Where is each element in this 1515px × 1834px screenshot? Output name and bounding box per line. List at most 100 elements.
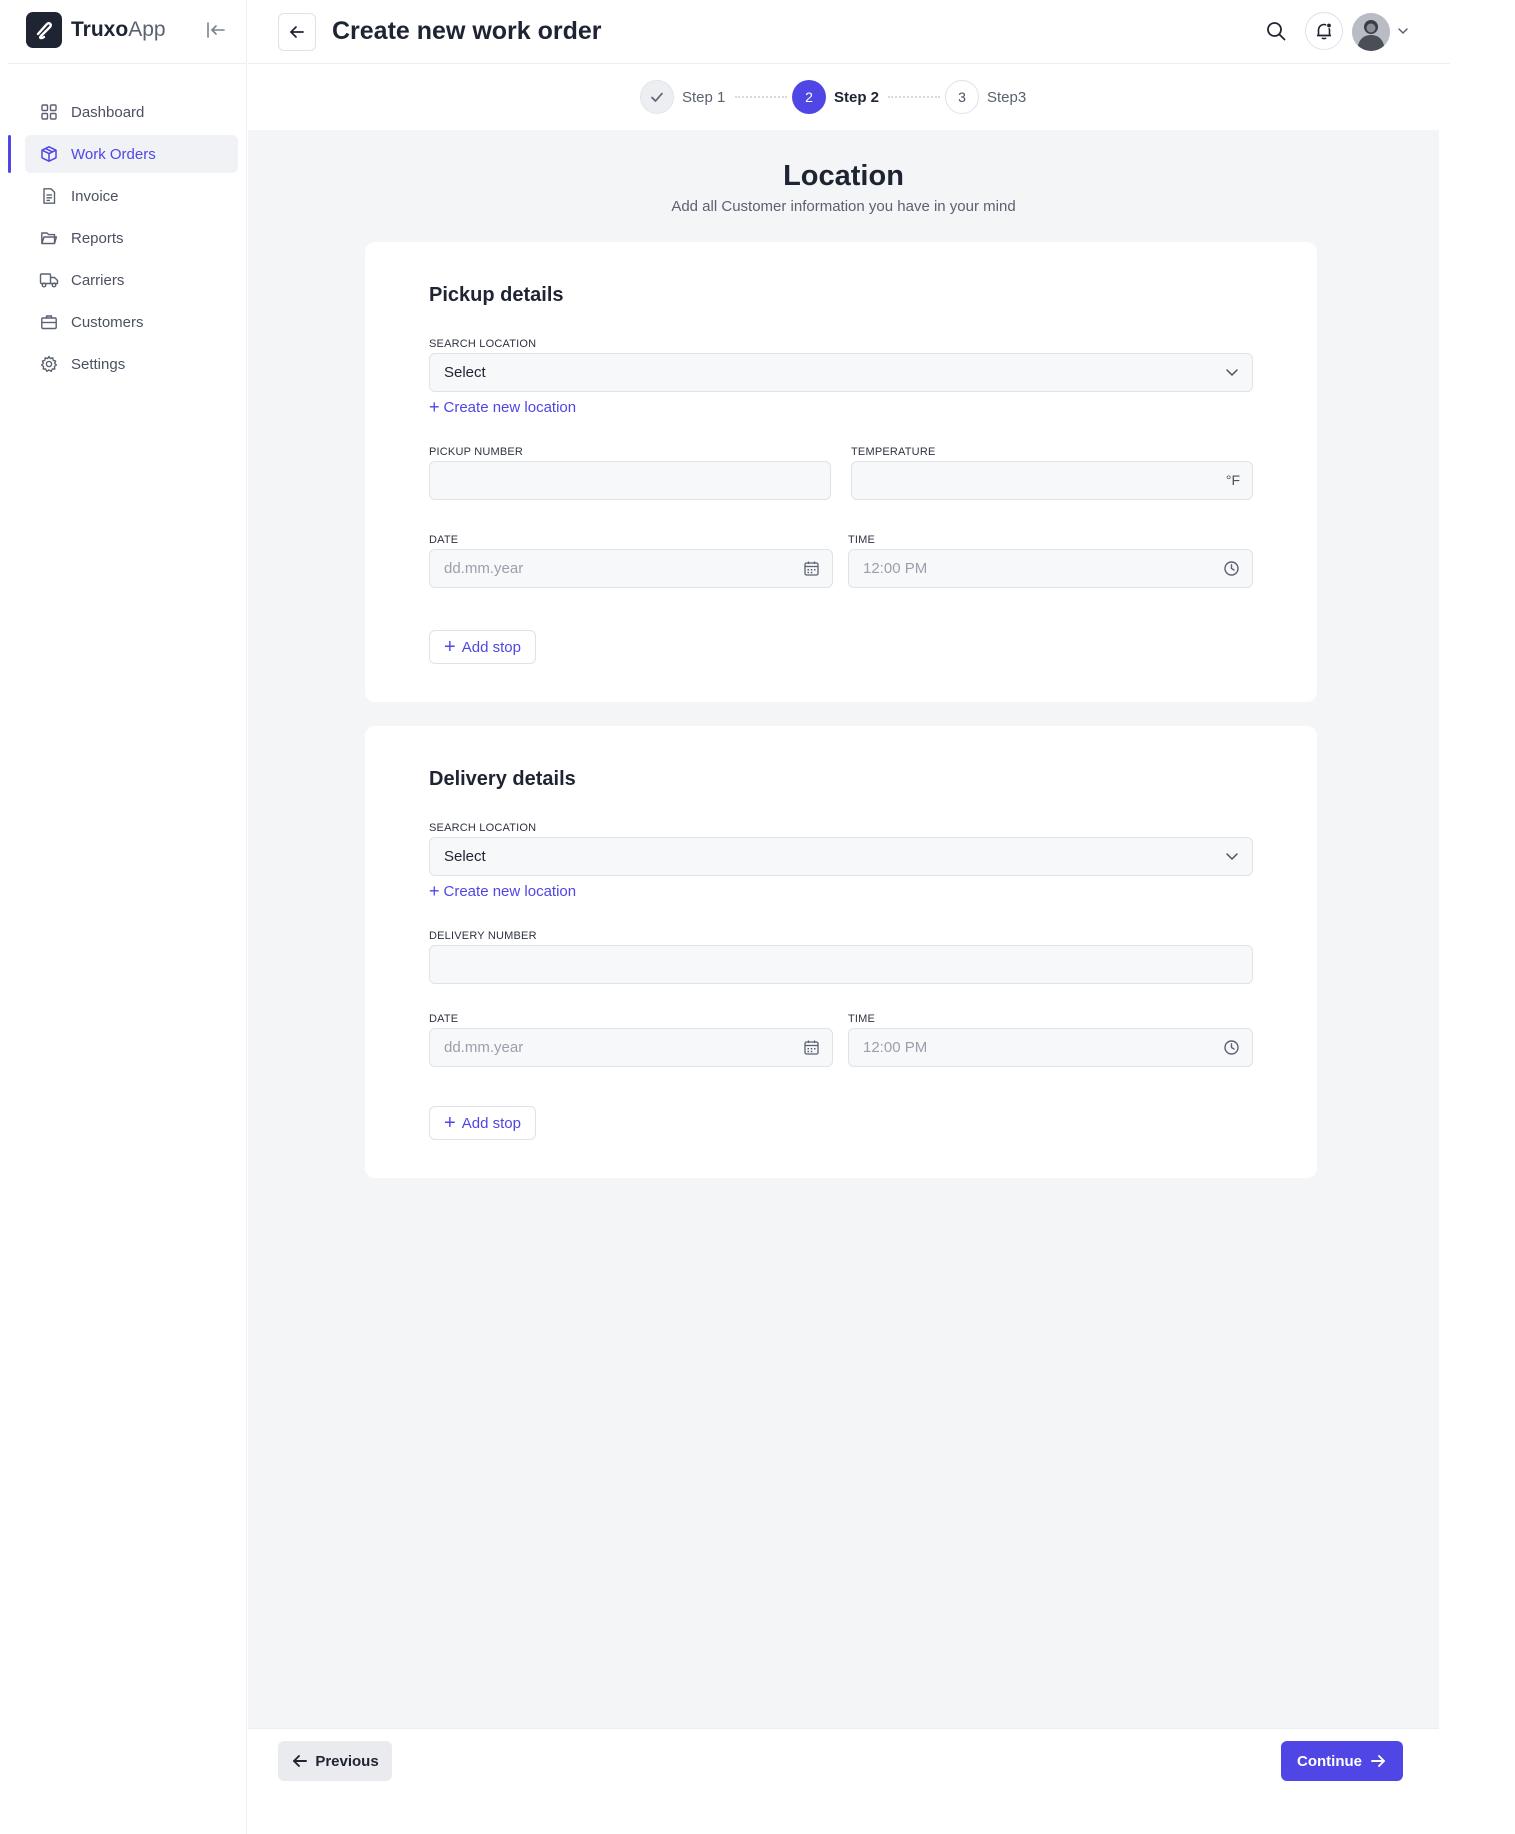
delivery-date-input[interactable]: dd.mm.year bbox=[429, 1028, 833, 1067]
delivery-location-select[interactable]: Select bbox=[429, 837, 1253, 876]
continue-label: Continue bbox=[1297, 1752, 1362, 1770]
temperature-input[interactable]: °F bbox=[851, 461, 1253, 500]
pickup-location-value: Select bbox=[444, 364, 486, 381]
sidebar-item-settings[interactable]: Settings bbox=[25, 345, 238, 383]
step-2-label: Step 2 bbox=[834, 88, 880, 106]
continue-button[interactable]: Continue bbox=[1281, 1741, 1403, 1781]
arrow-left-icon bbox=[291, 1752, 309, 1770]
step-1-circle bbox=[640, 80, 674, 114]
back-button[interactable] bbox=[278, 13, 316, 51]
create-location-label: Create new location bbox=[443, 882, 577, 900]
pickup-card: Pickup details SEARCH LOCATION Select + … bbox=[365, 242, 1317, 702]
plus-icon: + bbox=[429, 397, 440, 417]
page-title: Create new work order bbox=[332, 17, 602, 45]
previous-button[interactable]: Previous bbox=[278, 1741, 392, 1781]
step-connector bbox=[888, 96, 940, 98]
sidebar-item-customers[interactable]: Customers bbox=[25, 303, 238, 341]
footer-bar: Previous Continue bbox=[248, 1728, 1439, 1792]
check-icon bbox=[651, 92, 663, 102]
box-icon bbox=[39, 144, 59, 164]
add-stop-label: Add stop bbox=[461, 1114, 521, 1132]
stepper: Step 1 2 Step 2 3 Step3 bbox=[248, 65, 1450, 129]
chevron-down-icon bbox=[1224, 364, 1240, 380]
clock-icon bbox=[1223, 1039, 1240, 1056]
sidebar-nav: Dashboard Work Orders Invoice Reports Ca… bbox=[8, 93, 238, 387]
sidebar-item-label: Work Orders bbox=[71, 145, 156, 163]
delivery-time-input[interactable]: 12:00 PM bbox=[848, 1028, 1253, 1067]
pickup-location-select[interactable]: Select bbox=[429, 353, 1253, 392]
sidebar-item-label: Carriers bbox=[71, 271, 125, 289]
previous-label: Previous bbox=[315, 1752, 379, 1770]
pickup-date-label: DATE bbox=[429, 534, 459, 546]
plus-icon: + bbox=[429, 881, 440, 901]
create-location-label: Create new location bbox=[443, 398, 577, 416]
brand-name-light: App bbox=[128, 18, 166, 41]
pickup-create-location-link[interactable]: + Create new location bbox=[429, 398, 576, 416]
pickup-time-label: TIME bbox=[848, 534, 876, 546]
folder-icon bbox=[39, 228, 59, 248]
brand[interactable]: TruxoApp bbox=[26, 12, 166, 48]
plus-icon: + bbox=[444, 636, 456, 658]
document-icon bbox=[39, 186, 59, 206]
sidebar-item-label: Reports bbox=[71, 229, 124, 247]
pickup-add-stop-button[interactable]: + Add stop bbox=[429, 630, 536, 664]
delivery-title: Delivery details bbox=[429, 768, 576, 790]
collapse-left-icon bbox=[207, 22, 225, 38]
main-content: Location Add all Customer information yo… bbox=[248, 130, 1439, 1728]
pickup-number-input[interactable] bbox=[429, 461, 831, 500]
user-avatar-icon bbox=[1352, 13, 1390, 51]
step-3[interactable]: 3 Step3 bbox=[945, 79, 1026, 115]
temperature-unit: °F bbox=[1225, 472, 1240, 488]
calendar-icon bbox=[803, 560, 820, 577]
add-stop-label: Add stop bbox=[461, 638, 521, 656]
gear-icon bbox=[39, 354, 59, 374]
delivery-card: Delivery details SEARCH LOCATION Select … bbox=[365, 726, 1317, 1178]
notifications-button[interactable] bbox=[1305, 12, 1343, 50]
pickup-time-placeholder: 12:00 PM bbox=[863, 560, 928, 577]
sidebar-item-carriers[interactable]: Carriers bbox=[25, 261, 238, 299]
delivery-time-placeholder: 12:00 PM bbox=[863, 1039, 928, 1056]
avatar[interactable] bbox=[1352, 13, 1390, 51]
sidebar-item-label: Dashboard bbox=[71, 103, 145, 121]
sidebar-item-invoice[interactable]: Invoice bbox=[25, 177, 238, 215]
section-title: Location bbox=[783, 160, 904, 192]
sidebar-item-reports[interactable]: Reports bbox=[25, 219, 238, 257]
step-2[interactable]: 2 Step 2 bbox=[792, 79, 879, 115]
arrow-left-icon bbox=[290, 26, 304, 38]
dashboard-icon bbox=[39, 102, 59, 122]
delivery-add-stop-button[interactable]: + Add stop bbox=[429, 1106, 536, 1140]
sidebar-item-label: Invoice bbox=[71, 187, 119, 205]
pickup-date-input[interactable]: dd.mm.year bbox=[429, 549, 833, 588]
account-menu-toggle[interactable] bbox=[1396, 24, 1410, 38]
top-header: Create new work order bbox=[248, 0, 1450, 64]
sidebar-item-work-orders[interactable]: Work Orders bbox=[8, 135, 238, 173]
collapse-sidebar-button[interactable] bbox=[203, 18, 229, 42]
step-connector bbox=[735, 96, 787, 98]
step-1[interactable]: Step 1 bbox=[640, 79, 725, 115]
temperature-label: TEMPERATURE bbox=[851, 446, 936, 458]
delivery-create-location-link[interactable]: + Create new location bbox=[429, 882, 576, 900]
arrow-right-icon bbox=[1369, 1752, 1387, 1770]
delivery-date-label: DATE bbox=[429, 1013, 459, 1025]
calendar-icon bbox=[803, 1039, 820, 1056]
sidebar-item-label: Customers bbox=[71, 313, 144, 331]
pickup-time-input[interactable]: 12:00 PM bbox=[848, 549, 1253, 588]
pickup-date-placeholder: dd.mm.year bbox=[444, 560, 524, 577]
delivery-time-label: TIME bbox=[848, 1013, 876, 1025]
pickup-search-label: SEARCH LOCATION bbox=[429, 338, 537, 350]
step-3-circle: 3 bbox=[945, 80, 979, 114]
step-3-label: Step3 bbox=[987, 88, 1027, 106]
truck-icon bbox=[39, 270, 59, 290]
brand-name: TruxoApp bbox=[71, 18, 166, 42]
chevron-down-icon bbox=[1398, 28, 1408, 35]
search-button[interactable] bbox=[1262, 17, 1290, 45]
search-icon bbox=[1267, 22, 1286, 41]
bell-icon bbox=[1317, 22, 1332, 40]
delivery-number-input[interactable] bbox=[429, 945, 1253, 984]
delivery-location-value: Select bbox=[444, 848, 486, 865]
step-1-label: Step 1 bbox=[682, 88, 726, 106]
sidebar-item-dashboard[interactable]: Dashboard bbox=[25, 93, 238, 131]
delivery-date-placeholder: dd.mm.year bbox=[444, 1039, 524, 1056]
briefcase-icon bbox=[39, 312, 59, 332]
step-2-circle: 2 bbox=[792, 80, 826, 114]
